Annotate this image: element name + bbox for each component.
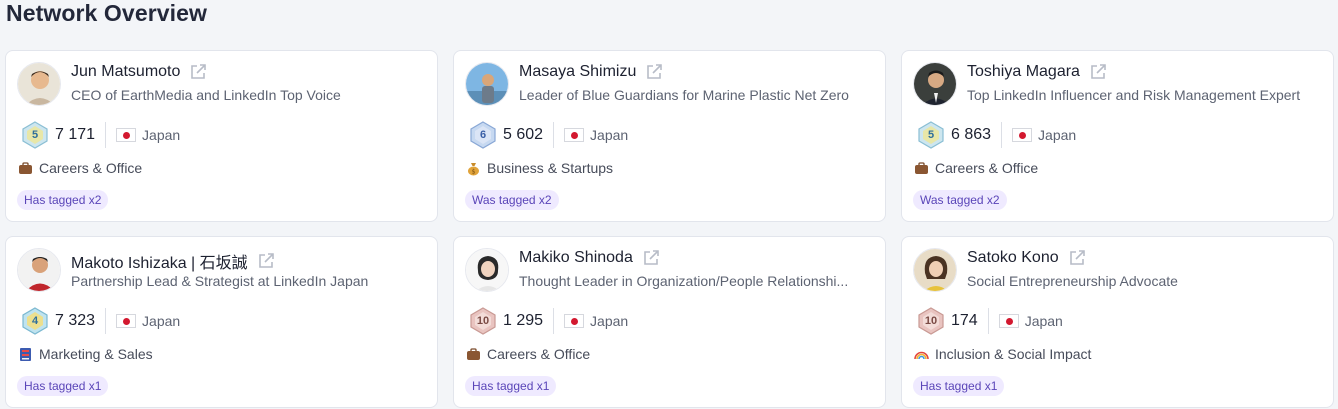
category-label: Inclusion & Social Impact: [935, 346, 1092, 362]
external-link-icon[interactable]: [645, 63, 663, 81]
category: Marketing & Sales: [18, 346, 153, 362]
japan-flag-icon: [564, 128, 585, 142]
avatar[interactable]: [465, 248, 509, 292]
follower-count: 6 863: [951, 126, 992, 143]
category: $ Business & Startups: [466, 160, 613, 176]
follower-count: 7 323: [55, 312, 96, 329]
external-link-icon[interactable]: [257, 252, 275, 270]
avatar[interactable]: [913, 248, 957, 292]
profile-stats: 10 174 Japan: [916, 307, 1063, 335]
profile-stats: 4 7 323 Japan: [20, 307, 180, 335]
profile-name[interactable]: Satoko Kono: [967, 249, 1059, 267]
country-label: Japan: [142, 127, 181, 143]
profile-headline: Thought Leader in Organization/People Re…: [519, 273, 849, 289]
profile-headline: CEO of EarthMedia and LinkedIn Top Voice: [71, 87, 341, 103]
avatar[interactable]: [913, 62, 957, 106]
level-badge: 6: [468, 120, 498, 150]
country-label: Japan: [590, 127, 629, 143]
network-grid: Jun Matsumoto CEO of EarthMedia and Link…: [5, 50, 1334, 408]
page-title: Network Overview: [6, 0, 208, 26]
level-badge: 5: [20, 120, 50, 150]
category-label: Careers & Office: [39, 160, 143, 176]
category-label: Business & Startups: [487, 160, 614, 176]
divider: [105, 308, 107, 334]
japan-flag-icon: [116, 314, 137, 328]
divider: [553, 122, 555, 148]
profile-stats: 5 7 171 Japan: [20, 121, 180, 149]
profile-stats: 5 6 863 Japan: [916, 121, 1076, 149]
briefcase-icon: [18, 161, 33, 176]
external-link-icon[interactable]: [189, 63, 207, 81]
follower-count: 5 602: [503, 126, 544, 143]
divider: [105, 122, 107, 148]
profile-card[interactable]: Jun Matsumoto CEO of EarthMedia and Link…: [5, 50, 438, 222]
profile-stats: 10 1 295 Japan: [468, 307, 628, 335]
avatar[interactable]: [17, 248, 61, 292]
level-badge: 10: [468, 306, 498, 336]
marketing-icon: [18, 347, 33, 362]
profile-card[interactable]: Makoto Ishizaka | 石坂誠 Partnership Lead &…: [5, 236, 438, 408]
japan-flag-icon: [116, 128, 137, 142]
avatar[interactable]: [17, 62, 61, 106]
profile-headline: Social Entrepreneurship Advocate: [967, 273, 1178, 289]
tag-badge: Has tagged x1: [465, 376, 557, 396]
category: Inclusion & Social Impact: [914, 346, 1091, 362]
svg-text:$: $: [472, 168, 476, 175]
level-badge: 10: [916, 306, 946, 336]
profile-name[interactable]: Makiko Shinoda: [519, 249, 633, 267]
follower-count: 174: [951, 312, 978, 329]
japan-flag-icon: [1012, 128, 1033, 142]
briefcase-icon: [466, 347, 481, 362]
level-badge: 4: [20, 306, 50, 336]
profile-card[interactable]: Masaya Shimizu Leader of Blue Guardians …: [453, 50, 886, 222]
profile-headline: Top LinkedIn Influencer and Risk Managem…: [967, 87, 1301, 103]
category: Careers & Office: [466, 346, 590, 362]
avatar[interactable]: [465, 62, 509, 106]
category: Careers & Office: [914, 160, 1038, 176]
japan-flag-icon: [564, 314, 585, 328]
divider: [553, 308, 555, 334]
profile-name[interactable]: Toshiya Magara: [967, 63, 1080, 81]
external-link-icon[interactable]: [1068, 249, 1086, 267]
country-label: Japan: [590, 313, 629, 329]
japan-flag-icon: [998, 314, 1019, 328]
country-label: Japan: [1038, 127, 1077, 143]
profile-card[interactable]: Toshiya Magara Top LinkedIn Influencer a…: [901, 50, 1334, 222]
profile-stats: 6 5 602 Japan: [468, 121, 628, 149]
tag-badge: Was tagged x2: [913, 190, 1007, 210]
profile-headline: Leader of Blue Guardians for Marine Plas…: [519, 87, 849, 103]
level-badge: 5: [916, 120, 946, 150]
tag-badge: Has tagged x2: [17, 190, 109, 210]
tag-badge: Has tagged x1: [913, 376, 1005, 396]
profile-headline: Partnership Lead & Strategist at LinkedI…: [71, 273, 369, 289]
category-label: Careers & Office: [935, 160, 1039, 176]
profile-card[interactable]: Makiko Shinoda Thought Leader in Organiz…: [453, 236, 886, 408]
profile-name[interactable]: Makoto Ishizaka | 石坂誠: [71, 249, 248, 273]
tag-badge: Has tagged x1: [17, 376, 109, 396]
divider: [987, 308, 989, 334]
follower-count: 1 295: [503, 312, 544, 329]
category-label: Marketing & Sales: [39, 346, 153, 362]
tag-badge: Was tagged x2: [465, 190, 559, 210]
rainbow-icon: [914, 347, 929, 362]
money-bag-icon: $: [466, 161, 481, 176]
divider: [1001, 122, 1003, 148]
country-label: Japan: [142, 313, 181, 329]
profile-name[interactable]: Jun Matsumoto: [71, 63, 180, 81]
category-label: Careers & Office: [487, 346, 591, 362]
country-label: Japan: [1024, 313, 1063, 329]
follower-count: 7 171: [55, 126, 96, 143]
profile-card[interactable]: Satoko Kono Social Entrepreneurship Advo…: [901, 236, 1334, 408]
category: Careers & Office: [18, 160, 142, 176]
external-link-icon[interactable]: [1089, 63, 1107, 81]
profile-name[interactable]: Masaya Shimizu: [519, 63, 636, 81]
briefcase-icon: [914, 161, 929, 176]
external-link-icon[interactable]: [642, 249, 660, 267]
